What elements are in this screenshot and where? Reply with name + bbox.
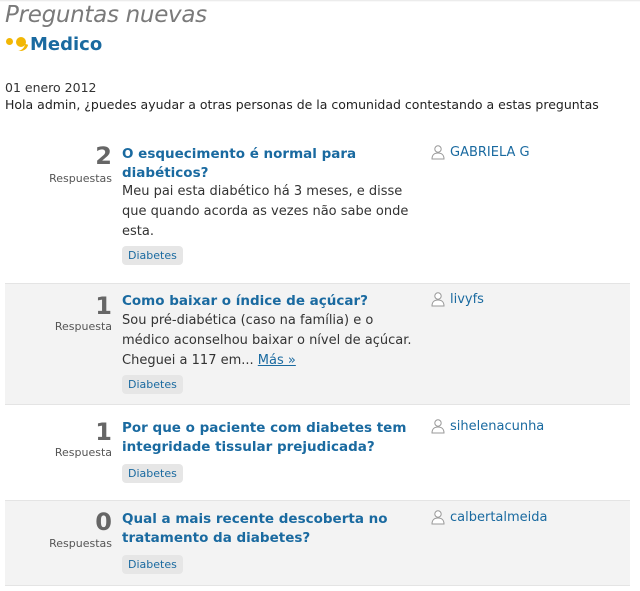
- question-author[interactable]: livyfs: [430, 291, 484, 307]
- answer-count-label: Respuestas: [49, 172, 112, 185]
- question-item: 1 Respuesta Por que o paciente com diabe…: [5, 410, 630, 495]
- question-item: 1 Respuesta Como baixar o índice de açúc…: [5, 283, 630, 405]
- question-author[interactable]: calbertalmeida: [430, 509, 548, 525]
- intro-text: Hola admin, ¿puedes ayudar a otras perso…: [5, 97, 599, 112]
- author-name[interactable]: livyfs: [450, 292, 484, 307]
- excerpt-text: Meu pai esta diabético há 3 meses, e dis…: [122, 184, 409, 239]
- question-title[interactable]: Qual a mais recente descoberta no tratam…: [122, 510, 417, 548]
- user-icon: [431, 510, 445, 525]
- question-excerpt: Sou pré-diabética (caso na família) e o …: [122, 311, 422, 371]
- author-name[interactable]: calbertalmeida: [450, 510, 548, 525]
- brand-logo: Medico: [5, 33, 102, 55]
- question-item: 2 Respuestas O esquecimento é normal par…: [5, 138, 630, 272]
- answer-count: 1: [95, 418, 112, 446]
- answer-count-label: Respuesta: [54, 446, 112, 459]
- page-title: Preguntas nuevas: [5, 2, 207, 28]
- user-icon: [431, 292, 445, 307]
- question-title[interactable]: Como baixar o índice de açúcar?: [122, 292, 417, 311]
- author-name[interactable]: sihelenacunha: [450, 419, 544, 434]
- user-icon: [431, 145, 445, 160]
- question-item: 0 Respuestas Qual a mais recente descobe…: [5, 500, 630, 586]
- question-excerpt: Meu pai esta diabético há 3 meses, e dis…: [122, 182, 422, 242]
- answer-count: 0: [95, 508, 112, 536]
- tag-diabetes[interactable]: Diabetes: [122, 555, 183, 574]
- question-title[interactable]: Por que o paciente com diabetes tem inte…: [122, 419, 417, 457]
- date-label: 01 enero 2012: [5, 80, 97, 95]
- answer-count-label: Respuesta: [54, 320, 112, 333]
- brand-name: Medico: [30, 33, 103, 55]
- question-author[interactable]: GABRIELA G: [430, 144, 530, 160]
- answer-count: 1: [95, 292, 112, 320]
- answer-count-label: Respuestas: [49, 537, 112, 550]
- tag-diabetes[interactable]: Diabetes: [122, 375, 183, 394]
- author-name[interactable]: GABRIELA G: [450, 145, 530, 160]
- user-icon: [431, 419, 445, 434]
- quote-dots-icon: [5, 34, 29, 54]
- more-link[interactable]: Más »: [258, 353, 296, 368]
- tag-diabetes[interactable]: Diabetes: [122, 464, 183, 483]
- question-author[interactable]: sihelenacunha: [430, 418, 544, 434]
- tag-diabetes[interactable]: Diabetes: [122, 246, 183, 265]
- answer-count: 2: [95, 142, 112, 170]
- question-title[interactable]: O esquecimento é normal para diabéticos?: [122, 145, 417, 183]
